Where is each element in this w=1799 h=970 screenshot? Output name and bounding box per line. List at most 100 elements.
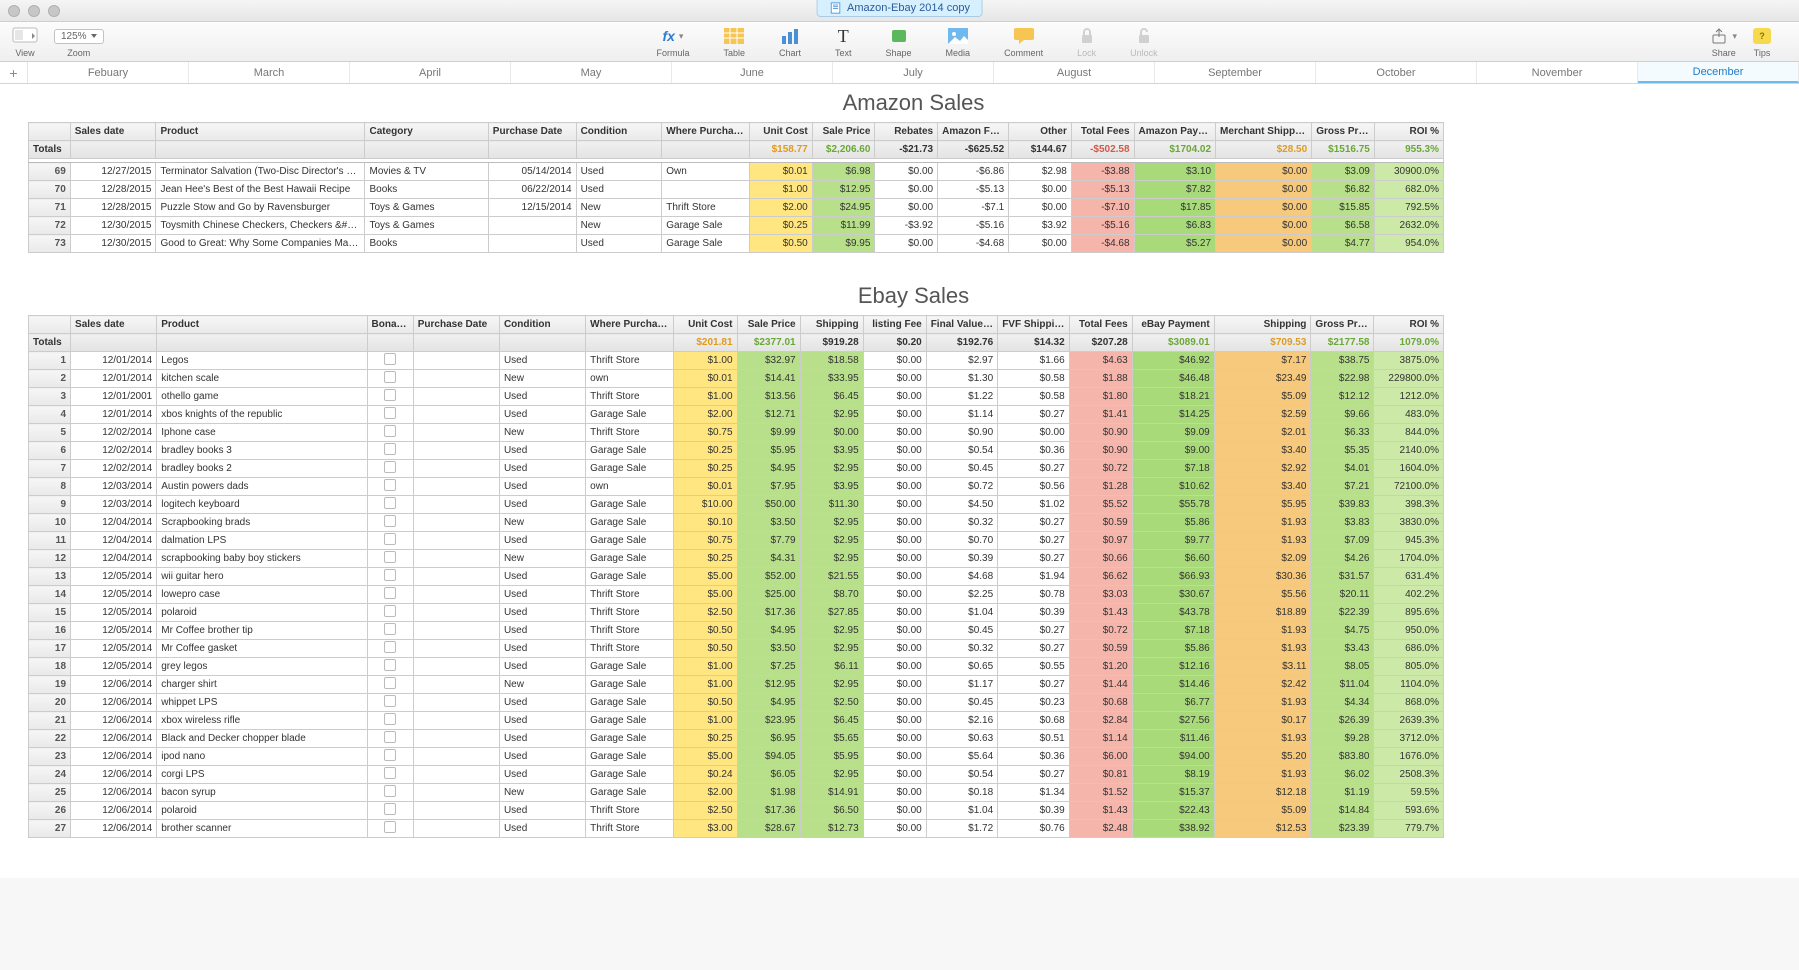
shipping-out[interactable]: $12.18 [1214, 784, 1311, 802]
total-fees[interactable]: -$7.10 [1071, 199, 1134, 217]
amazon-fees[interactable]: -$6.86 [938, 163, 1009, 181]
close-icon[interactable] [8, 5, 20, 17]
gross-profit[interactable]: $38.75 [1311, 352, 1374, 370]
where-purchased[interactable]: own [586, 478, 674, 496]
where-purchased[interactable]: Garage Sale [586, 532, 674, 550]
product[interactable]: polaroid [157, 802, 367, 820]
fvf-shipping[interactable]: $0.27 [998, 514, 1069, 532]
product[interactable]: brother scanner [157, 820, 367, 838]
gross-profit[interactable]: $39.83 [1311, 496, 1374, 514]
row-number[interactable]: 13 [29, 568, 71, 586]
condition[interactable]: New [499, 784, 585, 802]
column-header[interactable]: Shipping [1214, 316, 1311, 334]
product[interactable]: Terminator Salvation (Two-Disc Director'… [156, 163, 365, 181]
where-purchased[interactable]: Thrift Store [586, 640, 674, 658]
where-purchased[interactable]: Thrift Store [586, 604, 674, 622]
row-number[interactable]: 8 [29, 478, 71, 496]
gross-profit[interactable]: $3.83 [1311, 514, 1374, 532]
where-purchased[interactable]: Garage Sale [662, 217, 750, 235]
total-fees[interactable]: $1.41 [1069, 406, 1132, 424]
fvf-shipping[interactable]: $0.27 [998, 640, 1069, 658]
ebay-payment[interactable]: $7.18 [1132, 622, 1214, 640]
row-number[interactable]: 17 [29, 640, 71, 658]
product[interactable]: Mr Coffee brother tip [157, 622, 367, 640]
fvf-shipping[interactable]: $0.27 [998, 406, 1069, 424]
final-value-fee[interactable]: $0.45 [926, 460, 997, 478]
purchase-date[interactable] [413, 514, 499, 532]
unit-cost[interactable]: $1.00 [674, 388, 737, 406]
totals-cell[interactable]: $158.77 [750, 141, 813, 159]
listing-fee[interactable]: $0.00 [863, 748, 926, 766]
gross-profit[interactable]: $20.11 [1311, 586, 1374, 604]
gross-profit[interactable]: $4.77 [1312, 235, 1375, 253]
final-value-fee[interactable]: $4.68 [926, 568, 997, 586]
fvf-shipping[interactable]: $1.02 [998, 496, 1069, 514]
where-purchased[interactable]: Garage Sale [586, 442, 674, 460]
sales-date[interactable]: 12/03/2014 [71, 496, 157, 514]
product[interactable]: lowepro case [157, 586, 367, 604]
ebay-payment[interactable]: $9.77 [1132, 532, 1214, 550]
fvf-shipping[interactable]: $0.27 [998, 622, 1069, 640]
shipping-in[interactable]: $2.95 [800, 460, 863, 478]
listing-fee[interactable]: $0.00 [863, 604, 926, 622]
gross-profit[interactable]: $31.57 [1311, 568, 1374, 586]
shipping-out[interactable]: $1.93 [1214, 766, 1311, 784]
fvf-shipping[interactable]: $0.36 [998, 442, 1069, 460]
sheet-tab-november[interactable]: November [1477, 62, 1638, 83]
where-purchased[interactable]: Garage Sale [586, 460, 674, 478]
final-value-fee[interactable]: $0.32 [926, 514, 997, 532]
category[interactable]: Movies & TV [365, 163, 488, 181]
column-header[interactable]: Purchase Date [413, 316, 499, 334]
sales-date[interactable]: 12/28/2015 [70, 199, 156, 217]
row-number[interactable]: 10 [29, 514, 71, 532]
where-purchased[interactable]: Thrift Store [586, 352, 674, 370]
ebay-payment[interactable]: $30.67 [1132, 586, 1214, 604]
ebay-payment[interactable]: $6.77 [1132, 694, 1214, 712]
sale-price[interactable]: $14.41 [737, 370, 800, 388]
row-number[interactable]: 16 [29, 622, 71, 640]
roi[interactable]: 2508.3% [1374, 766, 1444, 784]
gross-profit[interactable]: $6.58 [1312, 217, 1375, 235]
listing-fee[interactable]: $0.00 [863, 496, 926, 514]
sales-date[interactable]: 12/04/2014 [71, 550, 157, 568]
column-header[interactable]: Product [156, 123, 365, 141]
listing-fee[interactable]: $0.00 [863, 658, 926, 676]
gross-profit[interactable]: $14.84 [1311, 802, 1374, 820]
listing-fee[interactable]: $0.00 [863, 802, 926, 820]
fvf-shipping[interactable]: $0.27 [998, 550, 1069, 568]
total-fees[interactable]: $3.03 [1069, 586, 1132, 604]
bonanza-checkbox[interactable] [367, 784, 413, 802]
product[interactable]: Good to Great: Why Some Companies Make t [156, 235, 365, 253]
where-purchased[interactable]: Garage Sale [586, 784, 674, 802]
shipping-out[interactable]: $2.42 [1214, 676, 1311, 694]
ebay-payment[interactable]: $46.92 [1132, 352, 1214, 370]
amazon-payment[interactable]: $5.27 [1134, 235, 1216, 253]
gross-profit[interactable]: $9.28 [1311, 730, 1374, 748]
where-purchased[interactable]: Thrift Store [586, 802, 674, 820]
listing-fee[interactable]: $0.00 [863, 532, 926, 550]
fvf-shipping[interactable]: $1.34 [998, 784, 1069, 802]
totals-cell[interactable] [70, 141, 156, 159]
ebay-payment[interactable]: $5.86 [1132, 640, 1214, 658]
product[interactable]: Mr Coffee gasket [157, 640, 367, 658]
purchase-date[interactable] [413, 802, 499, 820]
ebay-payment[interactable]: $66.93 [1132, 568, 1214, 586]
purchase-date[interactable] [413, 550, 499, 568]
fvf-shipping[interactable]: $0.36 [998, 748, 1069, 766]
column-header[interactable]: Where Purchased [662, 123, 750, 141]
fvf-shipping[interactable]: $0.23 [998, 694, 1069, 712]
column-header[interactable]: FVF Shipping [998, 316, 1069, 334]
rebates[interactable]: -$3.92 [875, 217, 938, 235]
final-value-fee[interactable]: $0.63 [926, 730, 997, 748]
unit-cost[interactable]: $1.00 [674, 352, 737, 370]
shipping-out[interactable]: $0.17 [1214, 712, 1311, 730]
shipping-out[interactable]: $2.01 [1214, 424, 1311, 442]
shipping-in[interactable]: $5.95 [800, 748, 863, 766]
row-number[interactable]: 14 [29, 586, 71, 604]
fvf-shipping[interactable]: $0.58 [998, 388, 1069, 406]
fvf-shipping[interactable]: $0.27 [998, 532, 1069, 550]
totals-cell[interactable]: $1516.75 [1312, 141, 1375, 159]
sale-price[interactable]: $3.50 [737, 514, 800, 532]
product[interactable]: Black and Decker chopper blade [157, 730, 367, 748]
total-fees[interactable]: $0.72 [1069, 622, 1132, 640]
